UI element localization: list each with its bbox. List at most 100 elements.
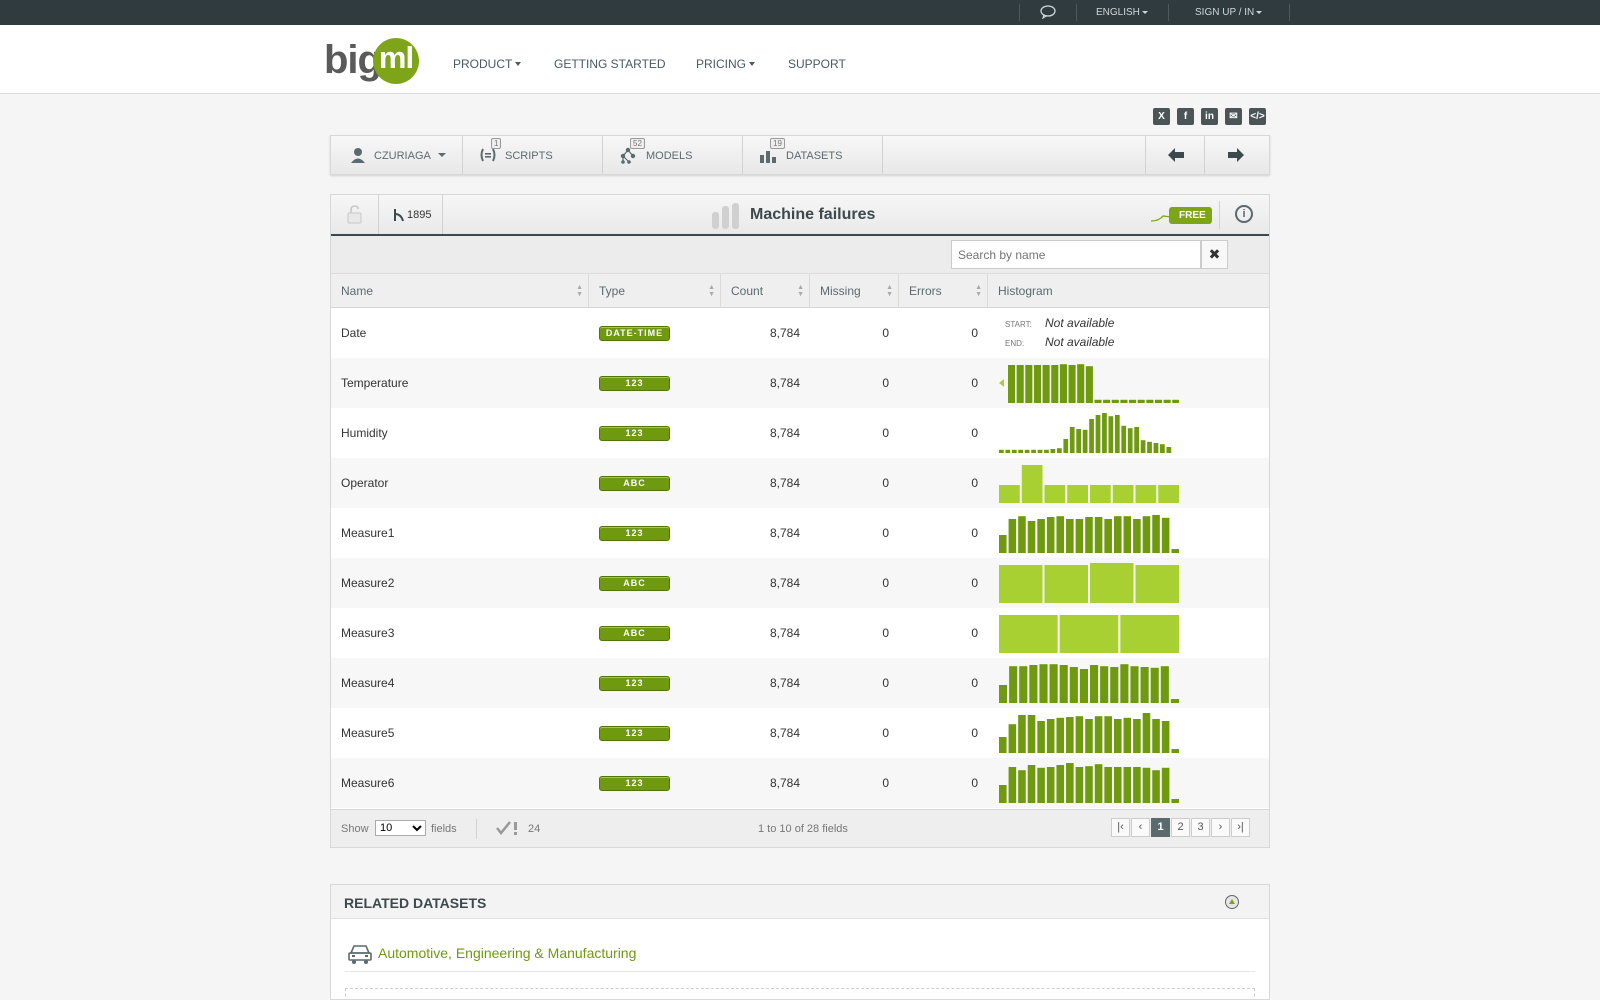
info-button[interactable]: i	[1235, 205, 1253, 223]
histogram-bar[interactable]	[1069, 427, 1075, 453]
field-name[interactable]: Humidity	[341, 408, 388, 458]
histogram-bar[interactable]	[1027, 521, 1036, 553]
histogram-bar[interactable]	[999, 449, 1004, 453]
histogram-bar[interactable]	[1104, 716, 1112, 753]
table-row[interactable]: Measure4 123 8,784 0 0	[331, 658, 1269, 708]
histogram-bar[interactable]	[1056, 448, 1062, 453]
histogram-bar[interactable]	[1133, 767, 1141, 803]
histogram-bar[interactable]	[1163, 399, 1171, 403]
histogram-bar[interactable]	[1111, 399, 1119, 403]
histogram-bar[interactable]	[1049, 664, 1058, 703]
histogram[interactable]	[999, 763, 1179, 803]
histogram-bar[interactable]	[1037, 767, 1045, 803]
histogram-bar[interactable]	[1059, 615, 1119, 653]
histogram[interactable]	[999, 463, 1179, 503]
histogram-bar[interactable]	[1033, 365, 1042, 403]
histogram-bar[interactable]	[999, 685, 1008, 703]
field-name[interactable]: Measure3	[341, 608, 394, 658]
histogram-bar[interactable]	[1050, 449, 1056, 453]
histogram-bar[interactable]	[1123, 717, 1132, 753]
histogram-bar[interactable]	[1104, 519, 1112, 553]
histogram-bar[interactable]	[1025, 365, 1033, 403]
histogram-bar[interactable]	[1076, 429, 1082, 453]
histogram-bar[interactable]	[1016, 365, 1024, 403]
histogram[interactable]	[999, 663, 1179, 703]
histogram-bar[interactable]	[1046, 767, 1055, 803]
histogram-bar[interactable]	[1152, 515, 1160, 553]
table-row[interactable]: Measure1 123 8,784 0 0	[331, 508, 1269, 558]
histogram-bar[interactable]	[1140, 667, 1149, 703]
histogram-bar[interactable]	[1133, 719, 1141, 753]
search-input[interactable]	[951, 240, 1201, 269]
histogram-bar[interactable]	[1171, 799, 1179, 803]
histogram-bar[interactable]	[1069, 667, 1078, 703]
histogram-bar[interactable]	[1051, 365, 1059, 403]
histogram[interactable]	[999, 513, 1179, 553]
histogram-bar[interactable]	[1027, 715, 1036, 753]
column-name[interactable]: Name ▲ ▼	[331, 274, 589, 308]
histogram-bar[interactable]	[1152, 770, 1160, 803]
histogram-bar[interactable]	[1120, 399, 1128, 403]
histogram-bar[interactable]	[1121, 425, 1127, 453]
histogram-bar[interactable]	[1172, 399, 1179, 403]
histogram-bar[interactable]	[999, 485, 1020, 503]
histogram-bar[interactable]	[1090, 563, 1134, 603]
histogram-bar[interactable]	[1110, 667, 1119, 703]
language-menu[interactable]: ENGLISH	[1096, 7, 1148, 18]
nav-product[interactable]: PRODUCT	[453, 57, 522, 71]
histogram-bar[interactable]	[1113, 516, 1122, 553]
page-size-select[interactable]: 10	[375, 820, 426, 836]
histogram-bar[interactable]	[1046, 517, 1055, 553]
clear-search-button[interactable]: ✖	[1201, 240, 1228, 269]
histogram-bar[interactable]	[1113, 719, 1122, 753]
last-page-button[interactable]: ›|	[1231, 818, 1250, 837]
histogram-bar[interactable]	[1031, 449, 1036, 453]
histogram-bar[interactable]	[1120, 664, 1129, 703]
histogram-bar[interactable]	[1063, 439, 1069, 453]
histogram[interactable]	[999, 613, 1179, 653]
table-row[interactable]: Measure3 ABC 8,784 0 0	[331, 608, 1269, 658]
histogram-bar[interactable]	[1147, 441, 1152, 453]
histogram-bar[interactable]	[1018, 715, 1026, 753]
histogram-bar[interactable]	[999, 737, 1007, 753]
chat-icon[interactable]	[1040, 5, 1056, 22]
histogram-bar[interactable]	[1066, 717, 1074, 753]
histogram-bar[interactable]	[1059, 665, 1068, 703]
table-row[interactable]: Date DATE-TIME 8,784 0 0 START: Not available E…	[331, 308, 1269, 358]
histogram-bar[interactable]	[1140, 440, 1146, 453]
column-count[interactable]: Count ▲ ▼	[721, 274, 810, 308]
field-name[interactable]: Measure6	[341, 758, 394, 808]
histogram-bar[interactable]	[1037, 449, 1043, 453]
histogram-bar[interactable]	[1129, 399, 1137, 403]
histogram-bar[interactable]	[1077, 364, 1085, 403]
histogram-bar[interactable]	[1085, 517, 1093, 553]
histogram-bar[interactable]	[1079, 669, 1088, 703]
user-menu[interactable]: CZURIAGA	[331, 136, 463, 174]
histogram-bar[interactable]	[1044, 565, 1089, 603]
histogram-bar[interactable]	[1018, 449, 1024, 453]
page-1-button[interactable]: 1	[1151, 818, 1170, 837]
histogram-bar[interactable]	[1161, 517, 1170, 553]
histogram-bar[interactable]	[1066, 519, 1074, 553]
collapse-icon[interactable]	[1225, 895, 1239, 909]
histogram-bar[interactable]	[1056, 765, 1065, 803]
histogram-bar[interactable]	[1103, 399, 1111, 403]
histogram-bar[interactable]	[1146, 399, 1154, 403]
histogram-bar[interactable]	[1123, 767, 1132, 803]
field-status-filter[interactable]	[496, 820, 522, 841]
histogram-bar[interactable]	[1094, 716, 1103, 753]
histogram-bar[interactable]	[1095, 415, 1101, 453]
privacy-toggle[interactable]	[331, 195, 379, 234]
histogram-bar[interactable]	[1161, 721, 1170, 753]
histogram-bar[interactable]	[1059, 364, 1067, 403]
histogram-bar[interactable]	[1018, 770, 1026, 803]
histogram-bar[interactable]	[1113, 767, 1122, 803]
table-row[interactable]: Temperature 123 8,784 0 0	[331, 358, 1269, 408]
histogram-bar[interactable]	[1027, 765, 1036, 803]
histogram-bar[interactable]	[1018, 516, 1026, 553]
table-row[interactable]: Measure5 123 8,784 0 0	[331, 708, 1269, 758]
histogram-bar[interactable]	[1011, 449, 1017, 453]
signup-menu[interactable]: SIGN UP / IN	[1195, 7, 1263, 18]
nav-support[interactable]: SUPPORT	[788, 57, 846, 71]
field-name[interactable]: Measure5	[341, 708, 394, 758]
